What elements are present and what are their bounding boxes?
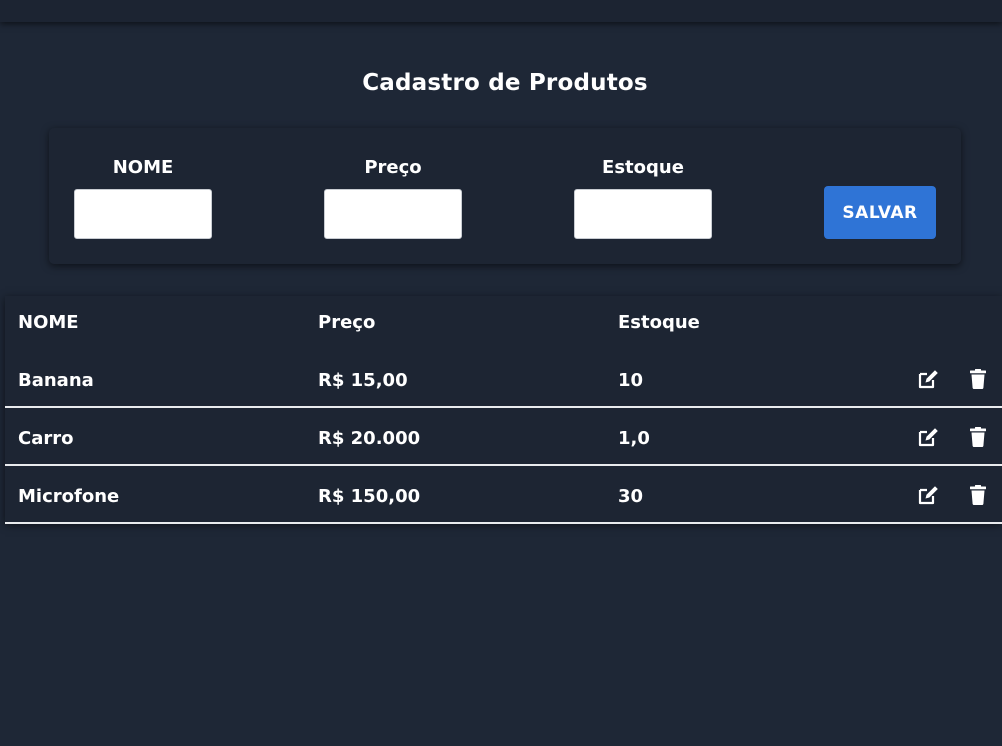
preco-input[interactable]: [324, 189, 462, 239]
cell-estoque: 30: [618, 486, 644, 507]
cell-nome: Microfone: [18, 486, 120, 507]
products-table: NOME Preço Estoque Banana R$ 15,00 10 Ca…: [5, 296, 1002, 524]
cell-nome: Banana: [18, 370, 94, 391]
trash-icon[interactable]: [966, 483, 990, 507]
cell-estoque: 1,0: [618, 428, 650, 449]
header-estoque: Estoque: [618, 312, 700, 333]
nome-field-group: NOME: [74, 156, 212, 239]
header-nome: NOME: [18, 312, 79, 333]
nome-label: NOME: [112, 157, 174, 178]
edit-icon[interactable]: [916, 425, 940, 449]
table-row: Carro R$ 20.000 1,0: [5, 408, 1002, 466]
trash-icon[interactable]: [966, 425, 990, 449]
table-header-row: NOME Preço Estoque: [5, 312, 1002, 336]
edit-icon[interactable]: [916, 367, 940, 391]
page-title: Cadastro de Produtos: [362, 70, 648, 96]
preco-field-group: Preço: [324, 156, 462, 239]
cell-preco: R$ 20.000: [318, 428, 421, 449]
cell-estoque: 10: [618, 370, 644, 391]
table-row: Banana R$ 15,00 10: [5, 350, 1002, 408]
cell-nome: Carro: [18, 428, 74, 449]
save-button[interactable]: SALVAR: [824, 186, 936, 239]
estoque-input[interactable]: [574, 189, 712, 239]
trash-icon[interactable]: [966, 367, 990, 391]
estoque-label: Estoque: [602, 157, 684, 178]
top-bar: [0, 0, 1002, 22]
table-row: Microfone R$ 150,00 30: [5, 466, 1002, 524]
cell-preco: R$ 150,00: [318, 486, 421, 507]
nome-input[interactable]: [74, 189, 212, 239]
cell-preco: R$ 15,00: [318, 370, 408, 391]
header-preco: Preço: [318, 312, 376, 333]
estoque-field-group: Estoque: [574, 156, 712, 239]
edit-icon[interactable]: [916, 483, 940, 507]
preco-label: Preço: [364, 157, 422, 178]
product-form: NOME Preço Estoque SALVAR: [49, 128, 961, 264]
